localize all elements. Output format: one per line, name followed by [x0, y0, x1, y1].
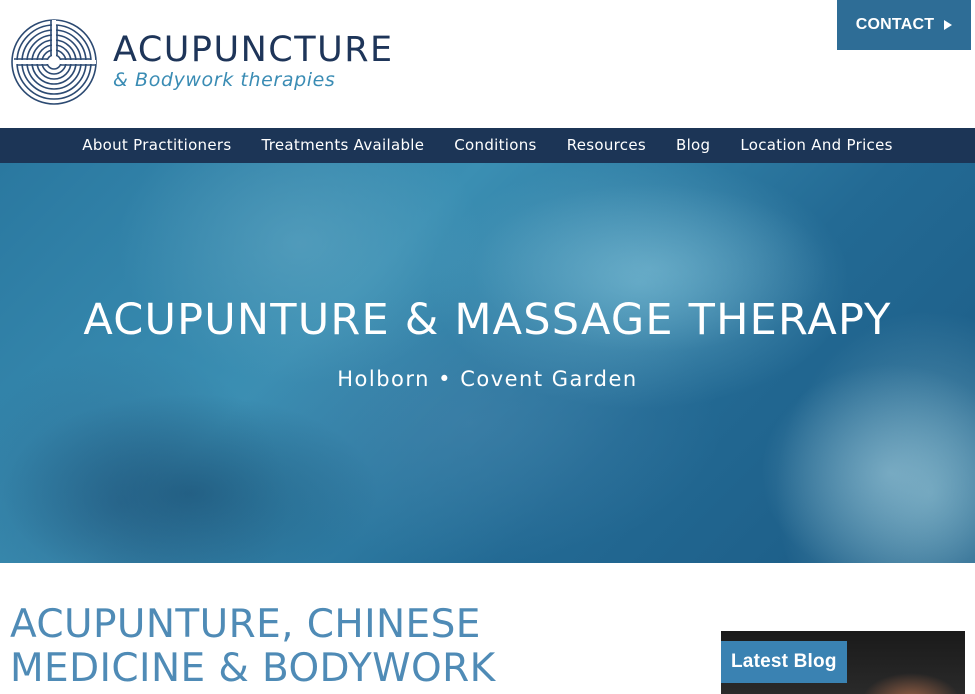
- intro-heading-line-2: MEDICINE & BODYWORK: [10, 646, 496, 691]
- hero-subtitle: Holborn • Covent Garden: [337, 367, 638, 391]
- brand-subtitle[interactable]: & Bodywork therapies: [113, 69, 335, 91]
- intro-heading: ACUPUNTURE, CHINESE MEDICINE & BODYWORK: [10, 603, 630, 691]
- intro-heading-line-1: ACUPUNTURE, CHINESE: [10, 602, 481, 647]
- hero-banner: ACUPUNTURE & MASSAGE THERAPY Holborn • C…: [0, 163, 975, 563]
- play-arrow-icon: [944, 20, 953, 30]
- nav-item-conditions[interactable]: Conditions: [439, 128, 551, 163]
- nav-item-resources[interactable]: Resources: [552, 128, 661, 163]
- latest-blog-card[interactable]: Latest Blog: [721, 631, 965, 694]
- contact-button[interactable]: CONTACT: [837, 0, 971, 50]
- brand-title[interactable]: ACUPUNCTURE: [113, 30, 394, 70]
- hero-image-shadow: [0, 393, 380, 563]
- nav-item-treatments-available[interactable]: Treatments Available: [246, 128, 439, 163]
- site-header: ACUPUNCTURE & Bodywork therapies CONTACT: [0, 0, 975, 128]
- labyrinth-logo-icon[interactable]: [10, 18, 98, 106]
- hero-title: ACUPUNTURE & MASSAGE THERAPY: [83, 295, 892, 345]
- latest-blog-label[interactable]: Latest Blog: [721, 641, 847, 683]
- nav-item-blog[interactable]: Blog: [661, 128, 725, 163]
- nav-item-location-and-prices[interactable]: Location And Prices: [725, 128, 907, 163]
- nav-item-about-practitioners[interactable]: About Practitioners: [67, 128, 246, 163]
- main-nav: About Practitioners Treatments Available…: [0, 128, 975, 163]
- contact-label: CONTACT: [855, 16, 935, 33]
- hero-image-face-highlight: [760, 363, 975, 563]
